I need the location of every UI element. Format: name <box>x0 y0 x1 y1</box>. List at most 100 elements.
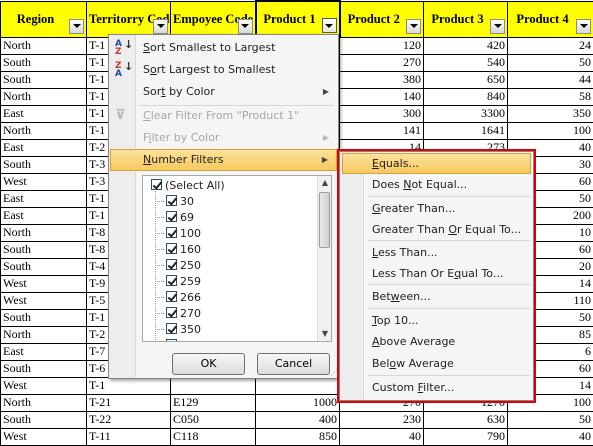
filter-dropdown-button[interactable] <box>490 18 505 34</box>
table-cell[interactable]: East <box>0 189 87 208</box>
checkbox-checked[interactable] <box>166 339 177 341</box>
list-scrollbar[interactable]: ▲ ▼ <box>317 176 331 341</box>
sort-largest-to-smallest-item[interactable]: Z A ↓ Sort Largest to Smallest <box>110 59 337 81</box>
table-cell[interactable]: T-22 <box>86 410 171 429</box>
table-cell[interactable]: 44 <box>507 70 593 89</box>
filter-value-item[interactable]: 266 <box>155 290 201 306</box>
filter-dropdown-button-active[interactable] <box>321 18 337 33</box>
filter-value-item[interactable]: 160 <box>155 242 201 258</box>
table-cell[interactable]: 540 <box>423 53 508 72</box>
table-cell[interactable]: East <box>0 342 87 361</box>
table-cell[interactable]: East <box>0 206 87 225</box>
resize-grip-icon[interactable]: ⋰ <box>330 368 338 377</box>
table-cell[interactable]: 40 <box>339 427 424 446</box>
table-cell[interactable]: West <box>0 291 87 310</box>
table-cell[interactable]: South <box>0 53 87 72</box>
filter-value-item[interactable]: 400 <box>166 338 201 341</box>
table-cell[interactable]: 790 <box>423 427 508 446</box>
ok-button[interactable]: OK <box>172 353 245 375</box>
table-cell[interactable]: South <box>0 359 87 378</box>
table-cell[interactable]: 850 <box>255 427 340 446</box>
number-filters-item[interactable]: Number Filters ▶ <box>110 149 337 171</box>
filter-by-color-item[interactable]: Filter by Color ▶ <box>110 127 337 149</box>
table-cell[interactable]: 350 <box>507 104 593 123</box>
between-item[interactable]: Between... <box>342 286 531 307</box>
table-cell[interactable]: 100 <box>507 121 593 140</box>
table-cell[interactable]: 420 <box>423 36 508 55</box>
sort-smallest-to-largest-item[interactable]: A Z ↓ Sort Smallest to Largest <box>110 37 337 59</box>
table-cell[interactable]: South <box>0 70 87 89</box>
table-cell[interactable]: 40 <box>507 427 593 446</box>
filter-value-item[interactable]: 270 <box>155 306 201 322</box>
checkbox-checked[interactable] <box>151 179 162 190</box>
checkbox-checked[interactable] <box>166 243 177 254</box>
table-cell[interactable]: 50 <box>507 410 593 429</box>
table-cell[interactable]: 58 <box>507 87 593 106</box>
table-cell[interactable]: 50 <box>507 53 593 72</box>
greater-than-or-equal-item[interactable]: Greater Than Or Equal To... <box>342 219 531 240</box>
checkbox-checked[interactable] <box>166 211 177 222</box>
table-cell[interactable]: 3300 <box>423 104 508 123</box>
table-cell[interactable]: West <box>0 172 87 191</box>
table-cell[interactable] <box>170 376 256 395</box>
table-cell[interactable]: 630 <box>423 410 508 429</box>
table-cell[interactable]: E129 <box>170 393 256 412</box>
below-average-item[interactable]: Below Average <box>342 353 531 374</box>
table-cell[interactable]: 270 <box>339 53 424 72</box>
table-cell[interactable]: South <box>0 240 87 259</box>
checkbox-checked[interactable] <box>166 227 177 238</box>
less-than-or-equal-item[interactable]: Less Than Or Equal To... <box>342 263 531 284</box>
table-cell[interactable]: C118 <box>170 427 256 446</box>
scroll-thumb[interactable] <box>319 192 330 248</box>
above-average-item[interactable]: Above Average <box>342 331 531 352</box>
table-cell[interactable]: T-1 <box>86 376 171 395</box>
filter-value-item[interactable]: 250 <box>155 258 201 274</box>
filter-dropdown-button[interactable] <box>406 18 421 34</box>
equals-item[interactable]: Equals... <box>342 153 531 174</box>
table-cell[interactable]: North <box>0 121 87 140</box>
top-10-item[interactable]: Top 10... <box>342 310 531 331</box>
table-cell[interactable]: South <box>0 155 87 174</box>
filter-dropdown-button[interactable] <box>153 18 168 34</box>
table-cell[interactable]: 1000 <box>255 393 340 412</box>
filter-value-item[interactable]: 259 <box>155 274 201 290</box>
table-cell[interactable]: North <box>0 36 87 55</box>
table-cell[interactable]: 1641 <box>423 121 508 140</box>
filter-dropdown-button[interactable] <box>237 18 253 34</box>
table-cell[interactable]: North <box>0 325 87 344</box>
greater-than-item[interactable]: Greater Than... <box>342 198 531 219</box>
filter-value-item[interactable]: (Select All) <box>151 178 225 194</box>
filter-values-list[interactable]: (Select All) 30 69 100 160 250 259 266 270 350 400… <box>142 175 332 342</box>
sort-by-color-item[interactable]: Sort by Color ▶ <box>110 81 337 103</box>
table-cell[interactable]: 840 <box>423 87 508 106</box>
less-than-item[interactable]: Less Than... <box>342 242 531 263</box>
table-cell[interactable] <box>255 376 340 395</box>
table-cell[interactable]: 141 <box>339 121 424 140</box>
filter-value-item[interactable]: 30 <box>155 194 194 210</box>
clear-filter-item[interactable]: ⊽ Clear Filter From "Product 1" <box>110 105 337 127</box>
table-cell[interactable]: East <box>0 104 87 123</box>
table-cell[interactable]: South <box>0 308 87 327</box>
table-cell[interactable]: 380 <box>339 70 424 89</box>
table-cell[interactable]: South <box>0 257 87 276</box>
table-cell[interactable]: T-21 <box>86 393 171 412</box>
table-cell[interactable]: T-11 <box>86 427 171 446</box>
table-cell[interactable]: East <box>0 138 87 157</box>
table-cell[interactable]: 230 <box>339 410 424 429</box>
table-cell[interactable]: West <box>0 376 87 395</box>
table-cell[interactable]: South <box>0 410 87 429</box>
custom-filter-item[interactable]: Custom Filter... <box>342 377 531 398</box>
table-cell[interactable]: West <box>0 274 87 293</box>
checkbox-checked[interactable] <box>166 195 177 206</box>
table-cell[interactable]: 120 <box>339 36 424 55</box>
table-cell[interactable]: 400 <box>255 410 340 429</box>
does-not-equal-item[interactable]: Does Not Equal... <box>342 174 531 195</box>
table-cell[interactable]: 650 <box>423 70 508 89</box>
table-cell[interactable]: West <box>0 427 87 446</box>
filter-dropdown-button[interactable] <box>69 18 84 34</box>
cancel-button[interactable]: Cancel <box>257 353 330 375</box>
checkbox-checked[interactable] <box>166 323 177 334</box>
table-cell[interactable]: North <box>0 223 87 242</box>
filter-value-item[interactable]: 100 <box>155 226 201 242</box>
checkbox-checked[interactable] <box>166 291 177 302</box>
